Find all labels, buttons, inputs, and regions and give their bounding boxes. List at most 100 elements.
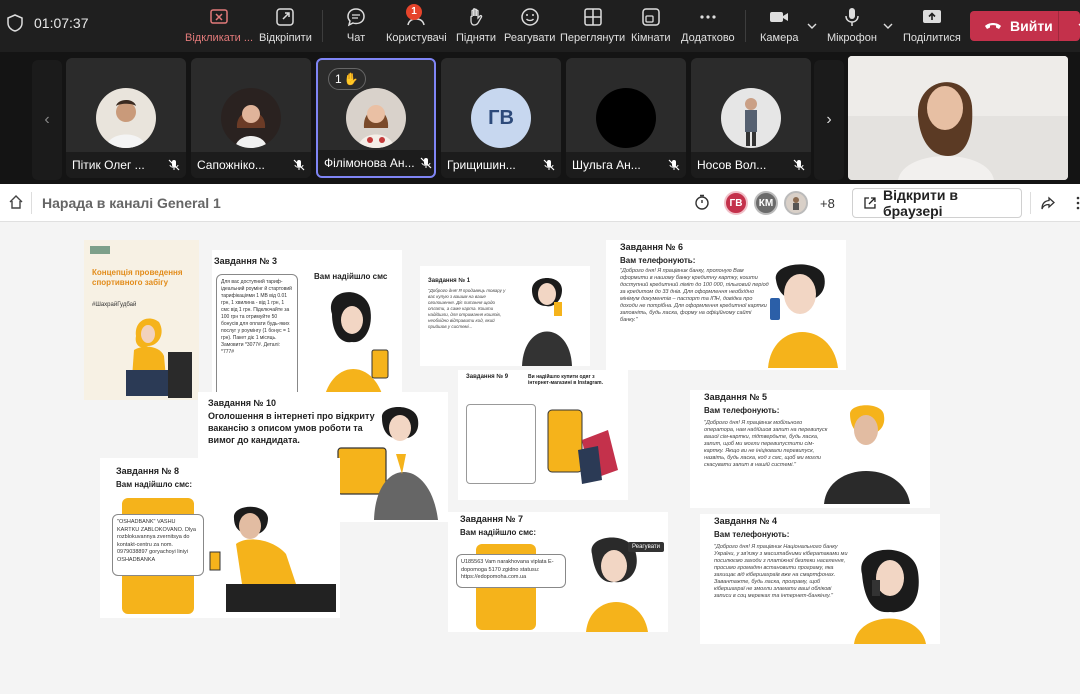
scroll-left-button[interactable]: ‹ <box>32 60 62 180</box>
detach-label: Відкріпити <box>259 32 312 44</box>
task-subtitle: Вам телефонують: <box>704 406 780 415</box>
rooms-button[interactable]: Кімнати <box>631 6 671 44</box>
react-button[interactable]: Реагувати <box>504 6 555 44</box>
more-vertical-icon[interactable] <box>1070 195 1080 211</box>
camera-label: Камера <box>760 32 799 44</box>
mic-muted-icon <box>543 159 555 171</box>
task-text: "Доброго дня! Я працівник банку, пропону… <box>620 268 769 323</box>
cover-title: Концепція проведення спортивного забігу <box>92 268 183 287</box>
view-label: Переглянути <box>560 32 626 44</box>
participant-tile[interactable]: Пітик Олег ... <box>66 58 186 178</box>
slide-cover: Концепція проведення спортивного забігу … <box>84 240 199 400</box>
task-title: Завдання № 8 <box>116 466 180 476</box>
task-subtitle: Ви надійшло купити одяг з інтернет-магаз… <box>528 374 603 386</box>
react-label: Реагувати <box>504 32 556 44</box>
avatar-initials: ГВ <box>471 88 531 148</box>
mic-muted-icon <box>168 159 180 171</box>
participant-name: Грищишин... <box>447 158 516 172</box>
share-screen-icon <box>922 10 941 23</box>
scroll-right-button[interactable]: › <box>814 60 844 180</box>
users-button[interactable]: 1 Користувачі <box>386 4 447 44</box>
participant-name-bar: Сапожніко... <box>191 152 311 178</box>
participant-tile[interactable]: Сапожніко... <box>191 58 311 178</box>
avatar[interactable] <box>784 191 808 215</box>
participant-name-bar: Носов Вол... <box>691 152 811 178</box>
task-title: Завдання № 4 <box>714 516 778 526</box>
participant-tile[interactable]: Шульга Ан... <box>566 58 686 178</box>
more-participants-count[interactable]: +8 <box>820 196 835 211</box>
meeting-bar-divider <box>31 192 32 214</box>
detach-button[interactable]: Відкріпити <box>259 6 312 44</box>
timer-icon[interactable] <box>694 194 710 210</box>
leave-button[interactable]: Вийти <box>970 11 1080 41</box>
task-subtitle: Вам надійшло смс: <box>460 528 536 537</box>
share-button[interactable]: Поділитися <box>903 6 961 44</box>
hand-icon <box>470 8 483 26</box>
participant-name-bar: Пітик Олег ... <box>66 152 186 178</box>
illustration <box>337 407 438 520</box>
participant-name-bar: Шульга Ан... <box>566 152 686 178</box>
more-label: Додатково <box>681 32 735 44</box>
raise-hand-button[interactable]: Підняти <box>456 6 496 44</box>
participant-tile[interactable]: ГВ Грищишин... <box>441 58 561 178</box>
chat-button[interactable]: Чат <box>345 6 367 44</box>
share-icon[interactable] <box>1040 195 1056 211</box>
chevron-down-icon[interactable] <box>807 21 817 31</box>
grid-icon <box>583 8 602 26</box>
self-video-tile[interactable] <box>848 56 1068 180</box>
leave-divider <box>1058 11 1059 41</box>
chevron-down-icon[interactable] <box>883 21 893 31</box>
illustration <box>547 409 618 484</box>
avatar-initials[interactable]: КМ <box>754 191 778 215</box>
task-text: "Доброго дня! Я працівник мобільного опе… <box>704 420 828 468</box>
avatar <box>596 88 656 148</box>
camera-icon <box>770 12 789 22</box>
microphone-icon <box>845 8 859 26</box>
raise-label: Підняти <box>456 32 496 44</box>
mic-muted-icon <box>793 159 805 171</box>
open-in-browser-label: Відкрити в браузері <box>882 187 958 219</box>
users-badge: 1 <box>406 4 422 20</box>
mic-muted-icon <box>420 157 432 169</box>
task-text: "Доброго дня! Я працівник Національного … <box>714 544 848 599</box>
avatar-initials[interactable]: ГВ <box>724 191 748 215</box>
task-title: Завдання № 7 <box>460 514 524 524</box>
slide-task-4: Завдання № 4 Вам телефонують: "Доброго д… <box>700 514 940 644</box>
chat-mockup <box>466 404 536 484</box>
task-title: Завдання № 9 <box>466 374 509 380</box>
logo <box>90 246 110 254</box>
mic-button[interactable]: Мікрофон <box>827 6 877 44</box>
sms-message: U185563 Vam narakhovana viplata E-dopomo… <box>456 554 566 588</box>
more-icon <box>700 15 716 19</box>
meeting-toolbar: 01:07:37 Відкликати ... Відкріпити Чат 1… <box>0 0 1080 52</box>
participant-name: Пітик Олег ... <box>72 158 145 172</box>
task-text: "Доброго дня! Я продавець товару у вас к… <box>428 288 506 329</box>
close-square-icon <box>210 9 228 24</box>
cover-tag: #ШахрайГудбай <box>92 302 137 308</box>
leave-label: Вийти <box>1010 18 1053 34</box>
task-title: Завдання № 10 <box>208 398 277 408</box>
illustration <box>522 278 572 366</box>
illustration <box>854 549 926 644</box>
shield-icon <box>7 14 23 32</box>
reaction-tooltip[interactable]: Реагувати <box>628 542 665 552</box>
slide-task-6: Завдання № 6 Вам телефонують: "Доброго д… <box>606 240 846 370</box>
home-icon[interactable] <box>8 194 24 210</box>
video-feed <box>848 56 1068 180</box>
meeting-timer: 01:07:37 <box>34 15 89 31</box>
task-title: Завдання № 3 <box>214 256 278 266</box>
task-subtitle: Вам телефонують: <box>620 256 696 265</box>
avatar <box>346 88 406 148</box>
more-button[interactable]: Додатково <box>681 6 735 44</box>
task-title: Завдання № 6 <box>620 242 684 252</box>
camera-button[interactable]: Камера <box>760 6 798 44</box>
participant-name-bar: Філімонова Ан... <box>318 150 434 176</box>
view-button[interactable]: Переглянути <box>560 6 625 44</box>
open-in-browser-button[interactable]: Відкрити в браузері <box>852 187 1022 219</box>
participant-tile[interactable]: Носов Вол... <box>691 58 811 178</box>
participant-tile-active[interactable]: 1 ✋ Філімонова Ан... <box>316 58 436 178</box>
participant-name-bar: Грищишин... <box>441 152 561 178</box>
unpin-button[interactable]: Відкликати ... <box>185 6 253 44</box>
slide-task-7: Завдання № 7 Вам надійшло смс: U185563 V… <box>448 512 668 632</box>
open-external-icon <box>864 197 876 209</box>
